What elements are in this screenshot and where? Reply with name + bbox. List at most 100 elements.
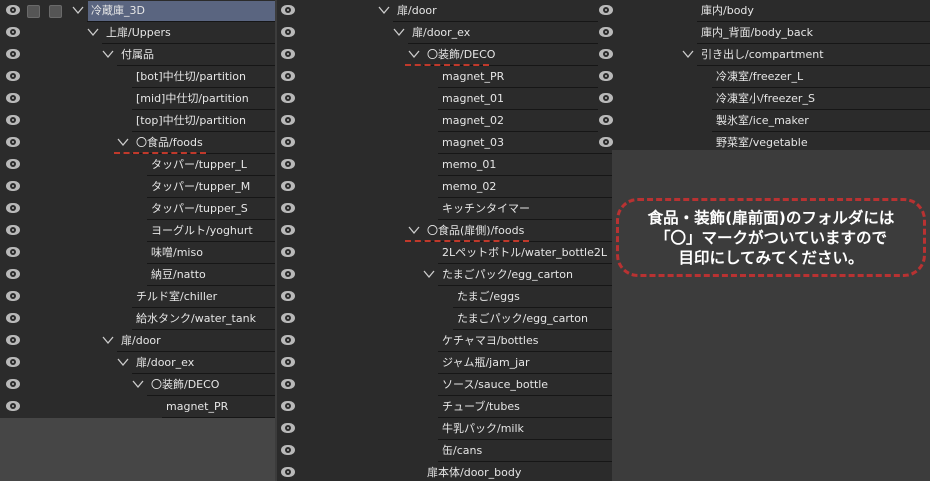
eye-icon[interactable] [6,181,20,191]
eye-icon[interactable] [281,137,295,147]
layer-row[interactable]: [bot]中仕切/partition [0,66,275,88]
chevron-down-icon[interactable] [408,224,420,236]
layer-row[interactable]: 野菜室/vegetable [598,132,930,150]
eye-icon[interactable] [281,247,295,257]
eye-icon[interactable] [6,49,20,59]
eye-icon[interactable] [281,93,295,103]
eye-icon[interactable] [6,27,20,37]
layer-row[interactable]: チューブ/tubes [277,396,612,418]
eye-icon[interactable] [6,5,20,15]
layer-row[interactable]: たまごパック/egg_carton [277,308,612,330]
eye-icon[interactable] [6,269,20,279]
layer-row[interactable]: magnet_03 [277,132,612,154]
layer-row[interactable]: 引き出し/compartment [598,44,930,66]
eye-icon[interactable] [281,49,295,59]
layer-row[interactable]: memo_01 [277,154,612,176]
eye-icon[interactable] [281,357,295,367]
layer-row[interactable]: キッチンタイマー [277,198,612,220]
layer-row[interactable]: ヨーグルト/yoghurt [0,220,275,242]
checkbox[interactable] [27,5,40,18]
eye-icon[interactable] [6,313,20,323]
eye-icon[interactable] [599,27,613,37]
layer-row[interactable]: magnet_PR [277,66,612,88]
chevron-down-icon[interactable] [393,26,405,38]
layer-row[interactable]: たまごパック/egg_carton [277,264,612,286]
eye-icon[interactable] [6,203,20,213]
layer-row[interactable]: 納豆/natto [0,264,275,286]
chevron-down-icon[interactable] [408,48,420,60]
eye-icon[interactable] [281,467,295,477]
eye-icon[interactable] [281,335,295,345]
layer-row[interactable]: たまご/eggs [277,286,612,308]
layer-row[interactable]: 2Lペットボトル/water_bottle2L [277,242,612,264]
chevron-down-icon[interactable] [72,4,84,16]
chevron-down-icon[interactable] [117,356,129,368]
eye-icon[interactable] [6,115,20,125]
layer-row[interactable]: 扉本体/door_body [277,462,612,481]
layer-row[interactable]: magnet_01 [277,88,612,110]
layer-row[interactable]: ジャム瓶/jam_jar [277,352,612,374]
eye-icon[interactable] [6,401,20,411]
chevron-down-icon[interactable] [87,26,99,38]
layer-row[interactable]: ソース/sauce_bottle [277,374,612,396]
eye-icon[interactable] [281,291,295,301]
layer-row[interactable]: 缶/cans [277,440,612,462]
eye-icon[interactable] [599,93,613,103]
layer-row[interactable]: 〇装飾/DECO [0,374,275,396]
eye-icon[interactable] [281,313,295,323]
layer-row[interactable]: 〇装飾/DECO [277,44,612,66]
chevron-down-icon[interactable] [423,268,435,280]
eye-icon[interactable] [599,137,613,147]
eye-icon[interactable] [599,71,613,81]
layer-row[interactable]: 味噌/miso [0,242,275,264]
eye-icon[interactable] [281,115,295,125]
layer-row[interactable]: チルド室/chiller [0,286,275,308]
eye-icon[interactable] [6,137,20,147]
chevron-down-icon[interactable] [132,378,144,390]
eye-icon[interactable] [6,335,20,345]
eye-icon[interactable] [281,269,295,279]
layer-row[interactable]: 扉/door [0,330,275,352]
layer-row[interactable]: [mid]中仕切/partition [0,88,275,110]
layer-row[interactable]: 給水タンク/water_tank [0,308,275,330]
chevron-down-icon[interactable] [102,334,114,346]
eye-icon[interactable] [281,71,295,81]
layer-row[interactable]: 冷蔵庫_3D [0,0,275,22]
eye-icon[interactable] [599,5,613,15]
chevron-down-icon[interactable] [117,136,129,148]
eye-icon[interactable] [281,181,295,191]
eye-icon[interactable] [6,159,20,169]
eye-icon[interactable] [6,379,20,389]
layer-row[interactable]: [top]中仕切/partition [0,110,275,132]
eye-icon[interactable] [281,27,295,37]
eye-icon[interactable] [281,401,295,411]
eye-icon[interactable] [281,225,295,235]
eye-icon[interactable] [599,115,613,125]
layer-row[interactable]: 扉/door_ex [0,352,275,374]
chevron-down-icon[interactable] [378,4,390,16]
layer-row[interactable]: 庫内_背面/body_back [598,22,930,44]
layer-row[interactable]: 〇食品(扉側)/foods [277,220,612,242]
eye-icon[interactable] [6,291,20,301]
layer-row[interactable]: ケチャマヨ/bottles [277,330,612,352]
eye-icon[interactable] [6,247,20,257]
layer-row[interactable]: 〇食品/foods [0,132,275,154]
eye-icon[interactable] [281,203,295,213]
chevron-down-icon[interactable] [682,48,694,60]
eye-icon[interactable] [281,423,295,433]
layer-row[interactable]: 牛乳パック/milk [277,418,612,440]
layer-row[interactable]: 冷凍室小/freezer_S [598,88,930,110]
eye-icon[interactable] [281,445,295,455]
checkbox[interactable] [49,5,62,18]
layer-row[interactable]: タッパー/tupper_L [0,154,275,176]
eye-icon[interactable] [6,357,20,367]
layer-row[interactable]: 付属品 [0,44,275,66]
layer-row[interactable]: 庫内/body [598,0,930,22]
layer-row[interactable]: 扉/door_ex [277,22,612,44]
chevron-down-icon[interactable] [102,48,114,60]
eye-icon[interactable] [281,379,295,389]
layer-row[interactable]: 扉/door [277,0,612,22]
layer-row[interactable]: 製氷室/ice_maker [598,110,930,132]
layer-row[interactable]: 冷凍室/freezer_L [598,66,930,88]
eye-icon[interactable] [6,71,20,81]
